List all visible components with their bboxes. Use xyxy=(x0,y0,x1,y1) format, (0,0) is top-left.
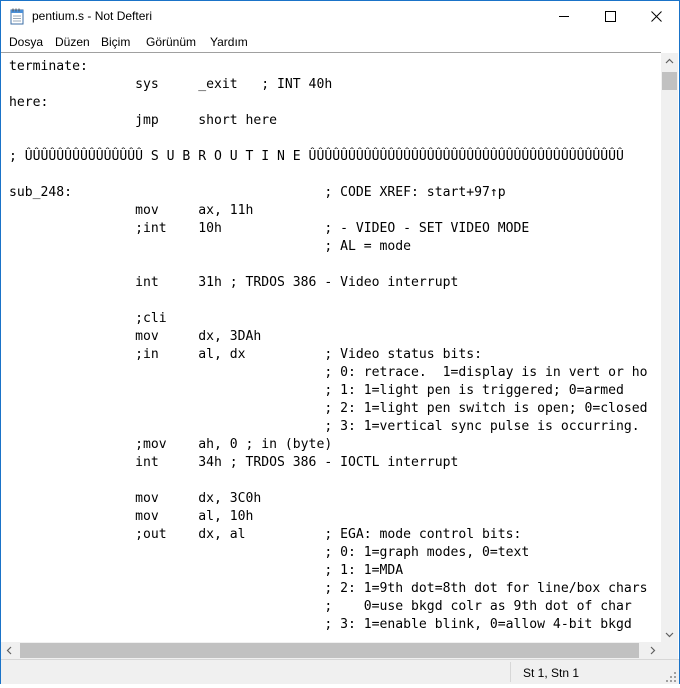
scroll-down-button[interactable] xyxy=(661,626,678,643)
notepad-window: pentium.s - Not Defteri Dosya Düzen Biçi… xyxy=(0,0,680,684)
status-divider xyxy=(510,662,511,682)
editor-text[interactable]: terminate: sys _exit ; INT 40h here: jmp… xyxy=(9,58,648,634)
maximize-icon xyxy=(605,11,616,22)
notepad-icon xyxy=(10,8,24,25)
horizontal-scrollbar[interactable] xyxy=(1,642,661,659)
menu-view[interactable]: Görünüm xyxy=(146,35,196,49)
chevron-left-icon xyxy=(6,646,12,655)
resize-grip-icon[interactable] xyxy=(665,670,677,682)
window-title: pentium.s - Not Defteri xyxy=(32,9,153,23)
scroll-up-button[interactable] xyxy=(661,53,678,70)
close-icon xyxy=(651,11,662,22)
cursor-position: St 1, Stn 1 xyxy=(523,666,580,680)
chevron-down-icon xyxy=(665,632,674,638)
scrollbar-corner xyxy=(661,642,678,659)
menu-bar: Dosya Düzen Biçim Görünüm Yardım xyxy=(1,32,679,52)
minimize-button[interactable] xyxy=(541,1,587,32)
vertical-scrollbar[interactable] xyxy=(661,53,678,643)
status-bar: St 1, Stn 1 xyxy=(1,659,679,684)
vertical-scroll-thumb[interactable] xyxy=(662,72,677,90)
menu-file[interactable]: Dosya xyxy=(9,35,43,49)
text-editor[interactable]: terminate: sys _exit ; INT 40h here: jmp… xyxy=(1,52,661,643)
maximize-button[interactable] xyxy=(587,1,633,32)
minimize-icon xyxy=(559,16,569,17)
horizontal-scroll-thumb[interactable] xyxy=(20,643,639,658)
close-button[interactable] xyxy=(633,1,679,32)
chevron-up-icon xyxy=(665,58,674,64)
scroll-left-button[interactable] xyxy=(1,642,18,659)
menu-format[interactable]: Biçim xyxy=(101,35,130,49)
menu-help[interactable]: Yardım xyxy=(210,35,248,49)
menu-edit[interactable]: Düzen xyxy=(55,35,90,49)
title-bar[interactable]: pentium.s - Not Defteri xyxy=(1,1,679,32)
chevron-right-icon xyxy=(650,646,656,655)
scroll-right-button[interactable] xyxy=(644,642,661,659)
